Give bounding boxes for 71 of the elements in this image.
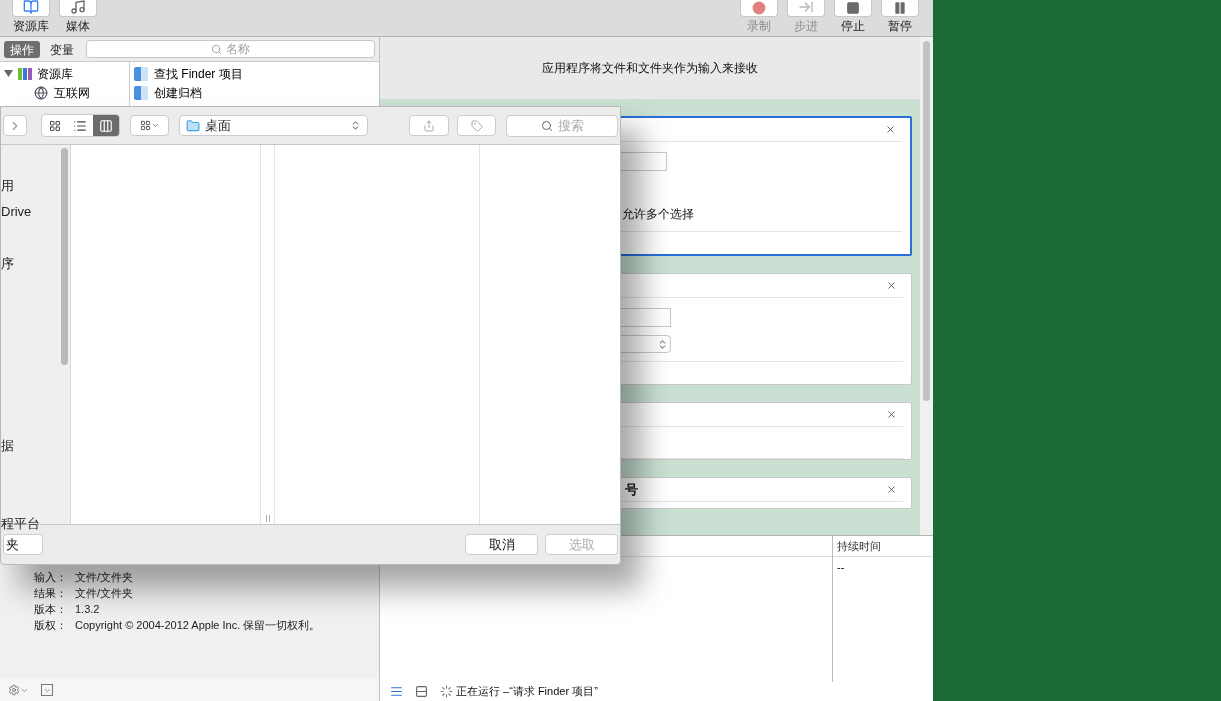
info-value: Copyright © 2004-2012 Apple Inc. 保留一切权利。 <box>75 617 321 633</box>
info-value: 文件/文件夹 <box>75 585 134 601</box>
action-title: 号 <box>625 480 638 499</box>
close-icon[interactable] <box>886 484 897 495</box>
arrange-button[interactable] <box>129 115 170 136</box>
sidebar-item[interactable]: 据 <box>1 436 14 456</box>
grid-icon <box>139 120 151 131</box>
music-icon <box>70 0 86 15</box>
workflow-header: 应用程序将文件和文件夹作为输入来接收 <box>541 60 759 77</box>
step-icon <box>798 0 814 15</box>
disclosure-triangle[interactable] <box>4 69 13 78</box>
record-icon <box>752 1 766 15</box>
search-placeholder: 搜索 <box>557 116 584 135</box>
category-item[interactable]: 资源库 <box>37 64 73 83</box>
toolbar-button[interactable]: 媒体 <box>55 0 101 35</box>
pause-icon <box>893 1 907 15</box>
share-icon <box>423 119 435 132</box>
close-icon[interactable] <box>885 124 896 135</box>
category-item[interactable]: 互联网 <box>54 83 90 102</box>
scrollbar[interactable] <box>923 41 930 401</box>
toolbar-button[interactable]: 暂停 <box>877 0 923 35</box>
info-label: 输入： <box>33 569 68 585</box>
books-icon <box>17 66 33 81</box>
path-popup[interactable]: 桌面 <box>179 115 369 136</box>
close-icon[interactable] <box>886 409 897 420</box>
finder-icon <box>134 66 148 81</box>
list-icon <box>73 118 88 133</box>
toolbar-button[interactable]: 资源库 <box>8 0 54 35</box>
sidebar-item[interactable]: 用 <box>1 176 14 196</box>
split-view-icon[interactable] <box>415 685 428 698</box>
dialog-button[interactable]: 夹 <box>3 534 43 555</box>
folder-icon <box>186 118 201 133</box>
search-placeholder: 名称 <box>226 41 250 58</box>
view-button[interactable] <box>93 115 119 136</box>
tab[interactable]: 操作 <box>4 40 40 58</box>
info-label: 版权： <box>33 617 68 633</box>
finder-icon <box>134 85 148 100</box>
column-header[interactable]: 持续时间 <box>833 536 933 557</box>
tab[interactable]: 变量 <box>44 40 80 58</box>
spinner-icon <box>440 685 453 698</box>
status-text: 正在运行 –“请求 Finder 项目” <box>456 684 598 700</box>
dialog-button[interactable]: 取消 <box>465 534 538 555</box>
log-duration: -- <box>836 559 846 575</box>
sidebar-item[interactable]: 序 <box>1 254 14 274</box>
action-item[interactable]: 创建归档 <box>154 83 202 102</box>
gear-menu[interactable] <box>8 684 29 696</box>
checkbox-label: 允许多个选择 <box>622 206 694 223</box>
stop-icon <box>846 1 860 15</box>
resize-grip-icon[interactable] <box>265 515 270 522</box>
info-label: 版本： <box>33 601 68 617</box>
sidebar-item[interactable]: Drive <box>1 202 32 222</box>
info-value: 文件/文件夹 <box>75 569 134 585</box>
tag-icon <box>470 119 483 132</box>
sidebar-item[interactable]: 程平台 <box>1 514 40 534</box>
caret-icon <box>150 121 160 130</box>
info-value: 1.3.2 <box>75 601 100 617</box>
toolbar-button[interactable]: 停止 <box>830 0 876 35</box>
globe-icon <box>34 85 48 100</box>
toggle-icon[interactable] <box>41 684 53 696</box>
action-item[interactable]: 查找 Finder 项目 <box>154 64 243 83</box>
info-label: 结果： <box>33 585 68 601</box>
search-icon <box>540 119 553 132</box>
grid-icon <box>48 119 61 132</box>
book-icon <box>23 0 39 15</box>
search-icon <box>211 43 222 55</box>
scrollbar[interactable] <box>61 148 68 365</box>
columns-icon <box>98 118 113 133</box>
list-view-icon[interactable] <box>390 685 403 698</box>
close-icon[interactable] <box>886 280 897 291</box>
updown-icon <box>657 338 668 350</box>
gear-icon <box>8 684 20 696</box>
